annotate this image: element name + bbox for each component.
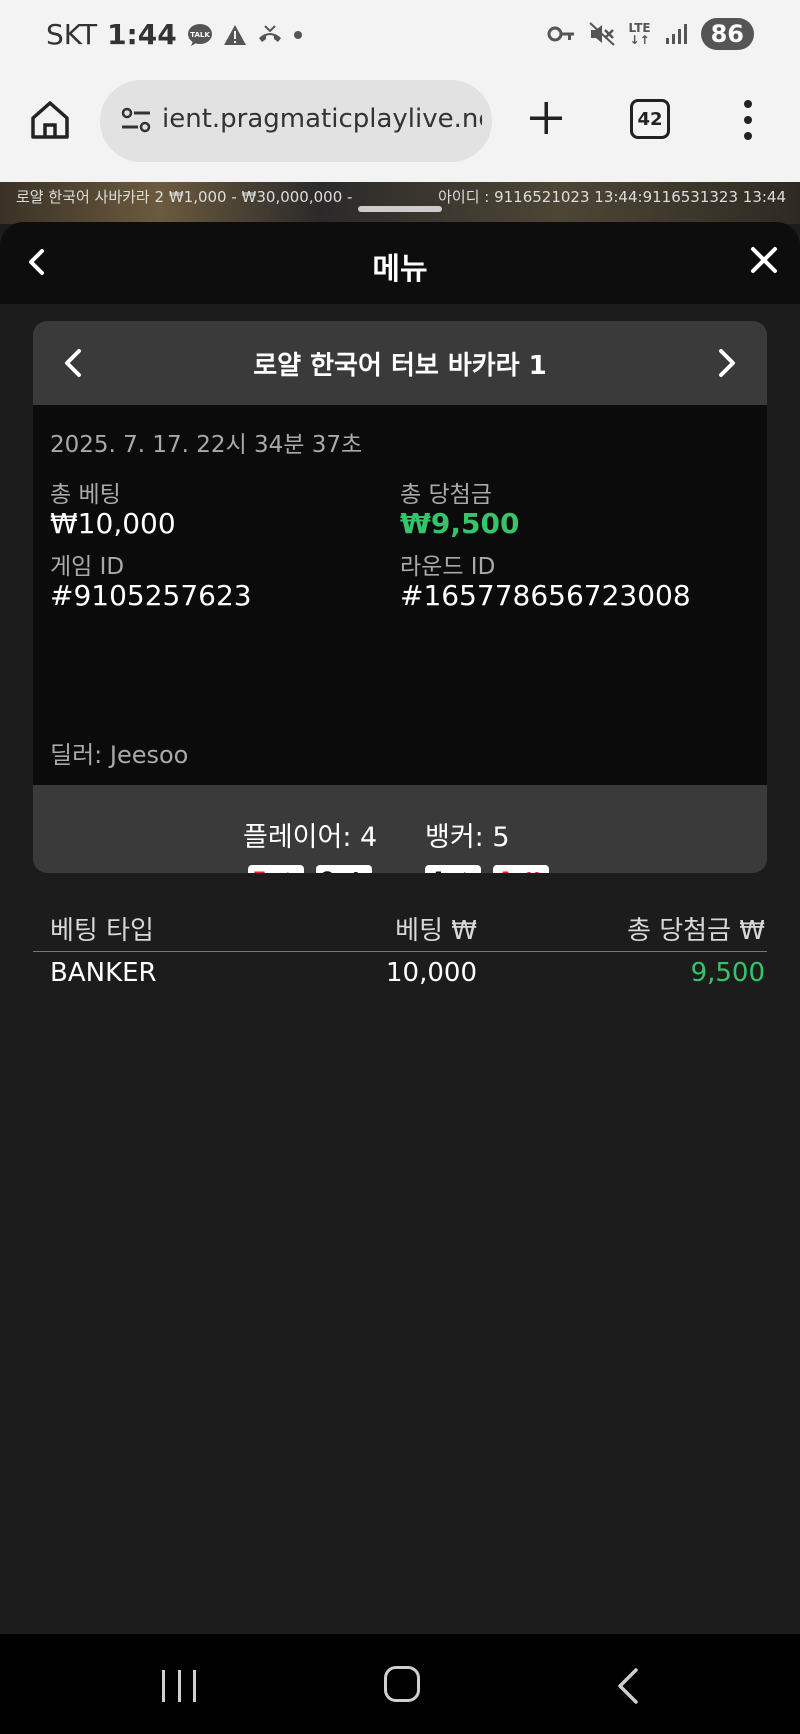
- card-rank: 4: [429, 871, 444, 874]
- total-bet-value: ₩10,000: [50, 507, 176, 540]
- recent-apps-button[interactable]: [162, 1670, 196, 1702]
- battery-level: 86: [700, 18, 754, 50]
- round-datetime: 2025. 7. 17. 22시 34분 37초: [50, 432, 363, 458]
- card-suit: ♣: [346, 871, 366, 874]
- system-back-button[interactable]: [612, 1666, 642, 1706]
- round-detail-card: 로얄 한국어 터보 바카라 1 2025. 7. 17. 22시 34분 37초…: [33, 321, 767, 873]
- signal-icon: [665, 23, 687, 45]
- site-settings-icon[interactable]: [118, 102, 154, 138]
- player-card-3: 9 ♣ ♣ 9: [316, 865, 372, 873]
- sheet-close-button[interactable]: [746, 242, 782, 278]
- system-home-button[interactable]: [384, 1666, 420, 1702]
- lte-icon: LTE ↓↑: [629, 22, 651, 46]
- total-bet-label: 총 베팅: [50, 482, 121, 508]
- round-id-value: #165778656723008: [400, 579, 691, 612]
- new-tab-button[interactable]: [526, 98, 566, 138]
- column-total-win: 총 당첨금 ₩: [627, 916, 765, 946]
- bet-type-cell: BANKER: [50, 958, 157, 988]
- player-score: 플레이어: 4: [243, 822, 378, 853]
- data-arrows-icon: ↓↑: [629, 33, 650, 47]
- round-id-label: 라운드 ID: [400, 554, 496, 580]
- sheet-header: 메뉴: [0, 222, 800, 304]
- card-suit: ♥: [523, 871, 543, 874]
- menu-sheet: 메뉴 로얄 한국어 터보 바카라 1 2025. 7. 17. 22시 34분 …: [0, 222, 800, 1634]
- card-suit: ♦: [278, 871, 298, 874]
- svg-text:TALK: TALK: [190, 31, 210, 39]
- mute-icon: [588, 22, 615, 46]
- carrier-label: SKT: [46, 18, 98, 51]
- chevron-right-icon: [719, 349, 735, 377]
- more-options-button[interactable]: [736, 100, 760, 140]
- card-suit: ♠: [455, 871, 475, 874]
- sheet-drag-handle[interactable]: [358, 206, 442, 212]
- column-bet-type: 베팅 타입: [50, 916, 154, 946]
- cards-result-panel: 플레이어: 4 뱅커: 5 Q ♣ Q ♣ 5 ♦ ♦ 5 9 ♣ ♣ 9: [33, 785, 767, 873]
- browser-home-button[interactable]: [28, 98, 72, 142]
- address-bar[interactable]: ient.pragmaticplaylive.net: [100, 80, 492, 162]
- clock: 1:44: [107, 18, 177, 51]
- background-table-info: 로얄 한국어 사바카라 2 ₩1,000 - ₩30,000,000 -: [16, 188, 353, 206]
- column-bet-amount: 베팅 ₩: [395, 916, 477, 946]
- total-win-label: 총 당첨금: [400, 482, 492, 508]
- banker-card-2: A ♥ ♥ A: [493, 865, 549, 873]
- banker-score: 뱅커: 5: [425, 822, 510, 853]
- bet-amount-cell: 10,000: [386, 958, 477, 988]
- back-icon: [618, 1668, 638, 1704]
- close-icon: [751, 247, 777, 273]
- round-navigation: 로얄 한국어 터보 바카라 1: [33, 321, 767, 405]
- home-icon: [31, 101, 69, 139]
- player-card-2: 5 ♦ ♦ 5: [248, 865, 304, 873]
- talk-notification-icon: TALK: [187, 23, 213, 47]
- plus-icon: [530, 102, 562, 134]
- sheet-title: 메뉴: [372, 252, 428, 287]
- background-player-info: 아이디 : 9116521023 13:44:9116531323 13:44: [438, 188, 786, 206]
- warning-icon: [223, 24, 247, 46]
- background-game-header: 로얄 한국어 사바카라 2 ₩1,000 - ₩30,000,000 - 아이디…: [0, 182, 800, 224]
- game-id-value: #9105257623: [50, 579, 252, 612]
- notification-dot-icon: [293, 30, 303, 40]
- missed-call-icon: [257, 24, 283, 46]
- card-rank: 5: [252, 871, 267, 874]
- dealer-name: 딜러: Jeesoo: [50, 741, 189, 769]
- total-win-value: ₩9,500: [400, 507, 520, 540]
- table-name: 로얄 한국어 터보 바카라 1: [253, 351, 547, 381]
- system-navigation-bar: [0, 1634, 800, 1734]
- next-round-button[interactable]: [711, 345, 741, 381]
- bets-table-header: 베팅 타입 베팅 ₩ 총 당첨금 ₩: [33, 908, 767, 952]
- card-rank: A: [497, 871, 514, 874]
- vpn-key-icon: [547, 24, 575, 44]
- banker-card-1: 4 ♠ ♠ 4: [425, 865, 481, 873]
- card-rank: 9: [320, 871, 335, 874]
- status-bar: SKT 1:44 TALK LTE ↓↑ 86: [0, 0, 800, 76]
- table-row: BANKER 10,000 9,500: [33, 956, 767, 1000]
- game-id-label: 게임 ID: [50, 554, 125, 580]
- url-text: ient.pragmaticplaylive.net: [162, 104, 482, 134]
- tab-switcher-button[interactable]: 42: [630, 99, 670, 139]
- browser-toolbar: ient.pragmaticplaylive.net 42: [0, 76, 800, 182]
- win-amount-cell: 9,500: [690, 958, 765, 988]
